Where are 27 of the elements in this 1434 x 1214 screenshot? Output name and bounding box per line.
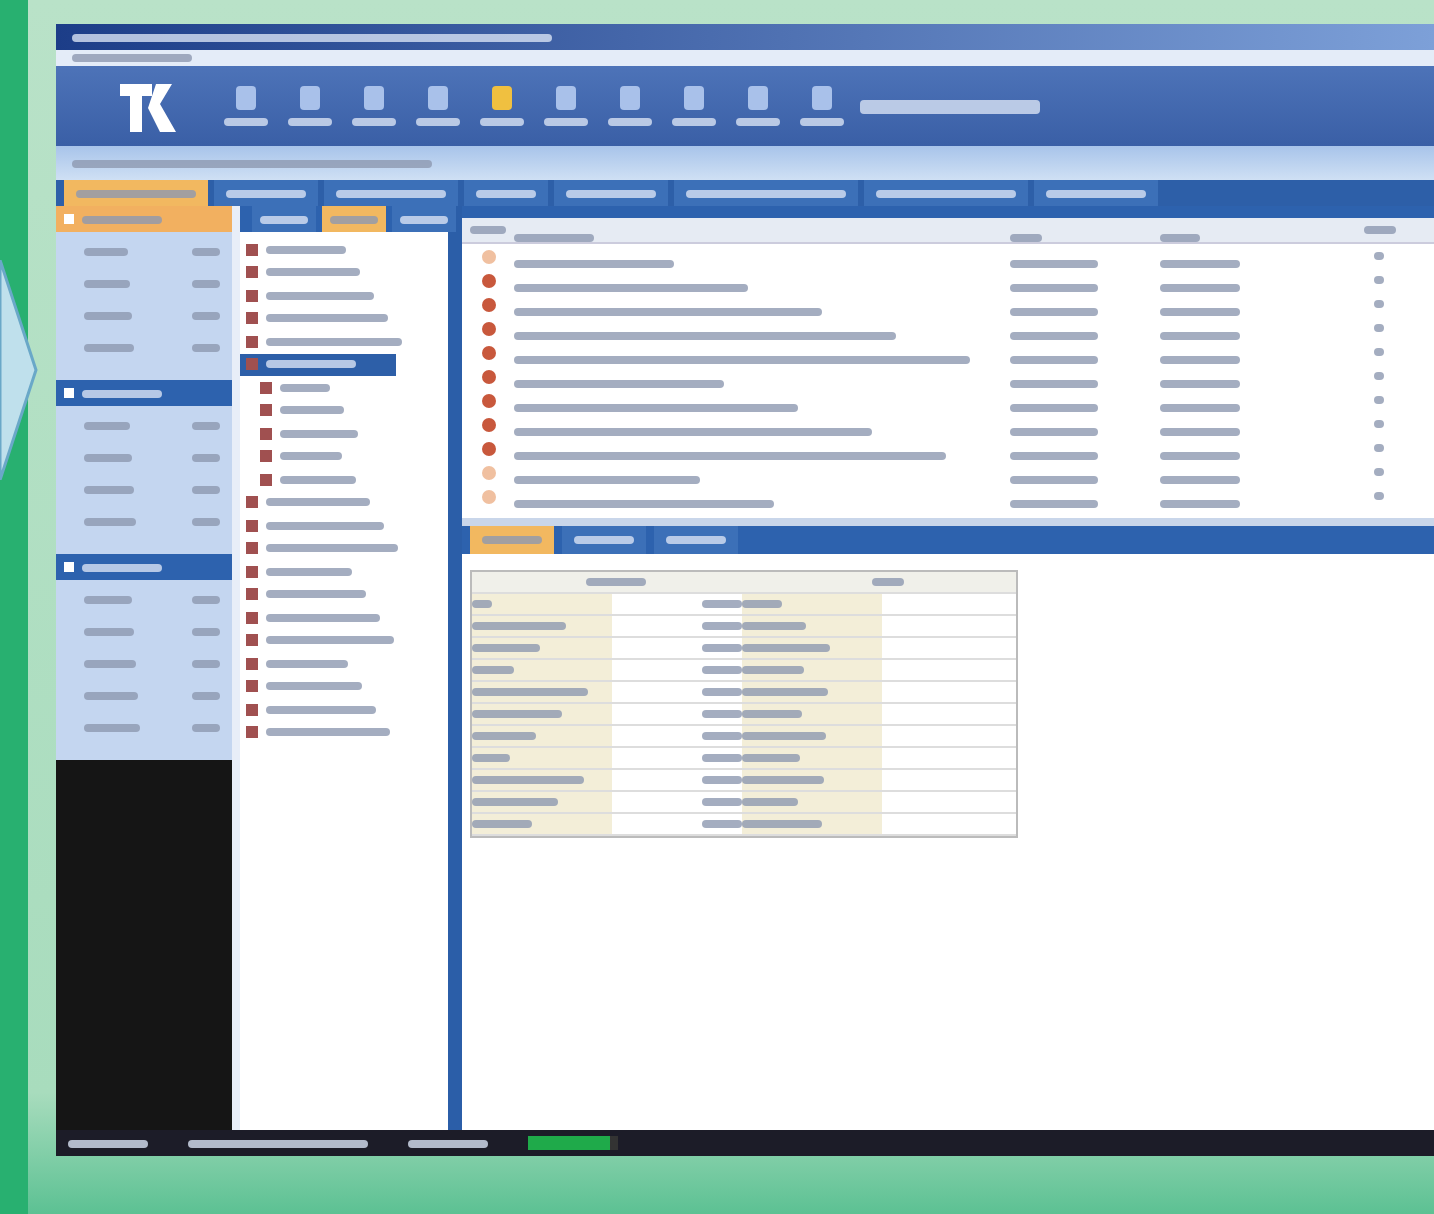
tree-tab[interactable] [392, 206, 456, 232]
toolbar-button[interactable] [540, 86, 592, 126]
main-tab[interactable] [464, 180, 548, 206]
section-header[interactable] [56, 554, 232, 580]
toolbar-button[interactable] [412, 86, 464, 126]
toolbar-button[interactable] [476, 86, 528, 126]
section-header[interactable] [56, 380, 232, 406]
toolbar-button[interactable] [668, 86, 720, 126]
status-meter [528, 1136, 618, 1150]
toolbar-button[interactable] [348, 86, 400, 126]
detail-tab[interactable] [654, 526, 738, 554]
toolbar-button[interactable] [796, 86, 848, 126]
main-tab[interactable] [554, 180, 668, 206]
chevron-arrow-icon [0, 260, 40, 480]
main-tab[interactable] [324, 180, 458, 206]
tree-tab[interactable] [252, 206, 316, 232]
section-header[interactable] [56, 206, 232, 232]
main-tab[interactable] [864, 180, 1028, 206]
toolbar-button[interactable] [604, 86, 656, 126]
main-tab[interactable] [674, 180, 858, 206]
tree-item[interactable] [240, 353, 396, 376]
main-tab[interactable] [214, 180, 318, 206]
detail-tab[interactable] [562, 526, 646, 554]
toolbar-button[interactable] [284, 86, 336, 126]
toolbar-button[interactable] [220, 86, 272, 126]
main-tab[interactable] [1034, 180, 1158, 206]
toolbar-button[interactable] [732, 86, 784, 126]
